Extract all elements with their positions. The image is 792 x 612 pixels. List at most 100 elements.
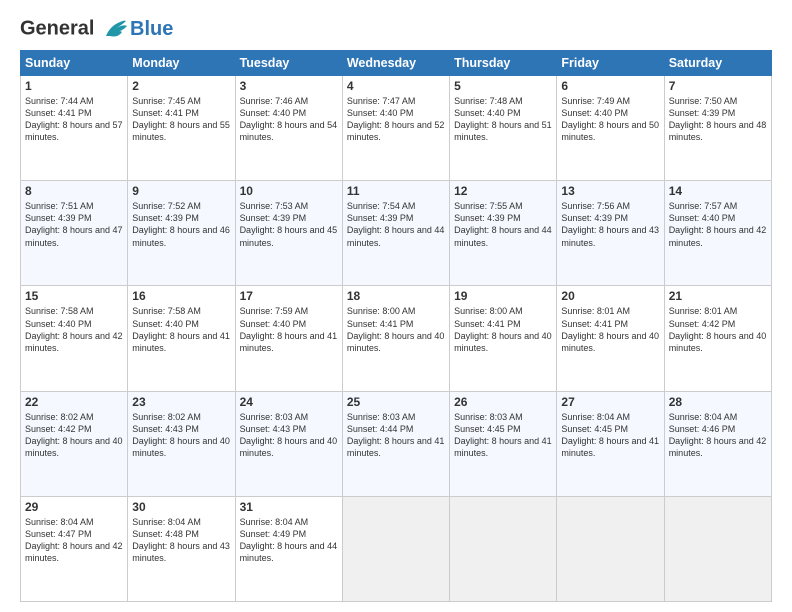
calendar-cell xyxy=(342,496,449,601)
calendar-cell: 3Sunrise: 7:46 AMSunset: 4:40 PMDaylight… xyxy=(235,76,342,181)
col-header-saturday: Saturday xyxy=(664,51,771,76)
col-header-wednesday: Wednesday xyxy=(342,51,449,76)
calendar-cell: 31 Sunrise: 8:04 AMSunset: 4:49 PMDayligh… xyxy=(235,496,342,601)
day-number: 14 xyxy=(669,184,767,198)
cell-details: Sunrise: 7:59 AMSunset: 4:40 PMDaylight:… xyxy=(240,305,338,354)
calendar-cell: 25Sunrise: 8:03 AMSunset: 4:44 PMDayligh… xyxy=(342,391,449,496)
calendar-cell: 27Sunrise: 8:04 AMSunset: 4:45 PMDayligh… xyxy=(557,391,664,496)
cell-details: Sunrise: 7:45 AMSunset: 4:41 PMDaylight:… xyxy=(132,95,230,144)
calendar-cell: 10 Sunrise: 7:53 AMSunset: 4:39 PMDayligh… xyxy=(235,181,342,286)
calendar-cell: 2 Sunrise: 7:45 AMSunset: 4:41 PMDaylight… xyxy=(128,76,235,181)
day-number: 17 xyxy=(240,289,338,303)
cell-details: Sunrise: 7:58 AMSunset: 4:40 PMDaylight:… xyxy=(25,305,123,354)
cell-details: Sunrise: 8:02 AMSunset: 4:42 PMDaylight:… xyxy=(25,411,123,460)
cell-details: Sunrise: 7:47 AMSunset: 4:40 PMDaylight:… xyxy=(347,95,445,144)
calendar-cell: 14 Sunrise: 7:57 AMSunset: 4:40 PMDayligh… xyxy=(664,181,771,286)
cell-details: Sunrise: 7:55 AMSunset: 4:39 PMDaylight:… xyxy=(454,200,552,249)
calendar-cell: 12Sunrise: 7:55 AMSunset: 4:39 PMDayligh… xyxy=(450,181,557,286)
cell-details: Sunrise: 7:57 AMSunset: 4:40 PMDaylight:… xyxy=(669,200,767,249)
calendar-cell: 8 Sunrise: 7:51 AMSunset: 4:39 PMDaylight… xyxy=(21,181,128,286)
cell-details: Sunrise: 8:00 AMSunset: 4:41 PMDaylight:… xyxy=(347,305,445,354)
cell-details: Sunrise: 7:53 AMSunset: 4:39 PMDaylight:… xyxy=(240,200,338,249)
calendar-cell: 17 Sunrise: 7:59 AMSunset: 4:40 PMDayligh… xyxy=(235,286,342,391)
cell-details: Sunrise: 8:04 AMSunset: 4:48 PMDaylight:… xyxy=(132,516,230,565)
calendar-cell: 15 Sunrise: 7:58 AMSunset: 4:40 PMDayligh… xyxy=(21,286,128,391)
day-number: 5 xyxy=(454,79,552,93)
calendar-cell: 18 Sunrise: 8:00 AMSunset: 4:41 PMDayligh… xyxy=(342,286,449,391)
calendar-cell: 29 Sunrise: 8:04 AMSunset: 4:47 PMDayligh… xyxy=(21,496,128,601)
day-number: 30 xyxy=(132,500,230,514)
cell-details: Sunrise: 7:48 AMSunset: 4:40 PMDaylight:… xyxy=(454,95,552,144)
day-number: 1 xyxy=(25,79,123,93)
calendar-cell xyxy=(664,496,771,601)
calendar-cell: 6Sunrise: 7:49 AMSunset: 4:40 PMDaylight… xyxy=(557,76,664,181)
calendar-cell: 30 Sunrise: 8:04 AMSunset: 4:48 PMDayligh… xyxy=(128,496,235,601)
day-number: 26 xyxy=(454,395,552,409)
calendar-cell xyxy=(557,496,664,601)
calendar-cell xyxy=(450,496,557,601)
day-number: 10 xyxy=(240,184,338,198)
calendar-table: SundayMondayTuesdayWednesdayThursdayFrid… xyxy=(20,50,772,602)
calendar-cell: 7 Sunrise: 7:50 AMSunset: 4:39 PMDaylight… xyxy=(664,76,771,181)
day-number: 18 xyxy=(347,289,445,303)
cell-details: Sunrise: 8:02 AMSunset: 4:43 PMDaylight:… xyxy=(132,411,230,460)
day-number: 9 xyxy=(132,184,230,198)
cell-details: Sunrise: 8:04 AMSunset: 4:45 PMDaylight:… xyxy=(561,411,659,460)
col-header-friday: Friday xyxy=(557,51,664,76)
calendar-cell: 16Sunrise: 7:58 AMSunset: 4:40 PMDayligh… xyxy=(128,286,235,391)
col-header-thursday: Thursday xyxy=(450,51,557,76)
day-number: 29 xyxy=(25,500,123,514)
day-number: 28 xyxy=(669,395,767,409)
calendar-week-3: 15 Sunrise: 7:58 AMSunset: 4:40 PMDayligh… xyxy=(21,286,772,391)
logo-blue: Blue xyxy=(130,19,173,40)
day-number: 21 xyxy=(669,289,767,303)
cell-details: Sunrise: 7:49 AMSunset: 4:40 PMDaylight:… xyxy=(561,95,659,144)
calendar-cell: 5 Sunrise: 7:48 AMSunset: 4:40 PMDaylight… xyxy=(450,76,557,181)
calendar-page: General Blue SundayMondayTuesdayWednesda… xyxy=(0,0,792,612)
day-number: 23 xyxy=(132,395,230,409)
calendar-cell: 20 Sunrise: 8:01 AMSunset: 4:41 PMDayligh… xyxy=(557,286,664,391)
col-header-monday: Monday xyxy=(128,51,235,76)
day-number: 11 xyxy=(347,184,445,198)
cell-details: Sunrise: 8:04 AMSunset: 4:47 PMDaylight:… xyxy=(25,516,123,565)
logo: General Blue xyxy=(20,18,173,40)
cell-details: Sunrise: 7:46 AMSunset: 4:40 PMDaylight:… xyxy=(240,95,338,144)
day-number: 7 xyxy=(669,79,767,93)
calendar-cell: 21 Sunrise: 8:01 AMSunset: 4:42 PMDayligh… xyxy=(664,286,771,391)
cell-details: Sunrise: 8:04 AMSunset: 4:46 PMDaylight:… xyxy=(669,411,767,460)
cell-details: Sunrise: 8:01 AMSunset: 4:41 PMDaylight:… xyxy=(561,305,659,354)
day-number: 20 xyxy=(561,289,659,303)
day-number: 22 xyxy=(25,395,123,409)
day-number: 2 xyxy=(132,79,230,93)
cell-details: Sunrise: 7:51 AMSunset: 4:39 PMDaylight:… xyxy=(25,200,123,249)
cell-details: Sunrise: 8:01 AMSunset: 4:42 PMDaylight:… xyxy=(669,305,767,354)
calendar-cell: 22 Sunrise: 8:02 AMSunset: 4:42 PMDayligh… xyxy=(21,391,128,496)
calendar-cell: 9 Sunrise: 7:52 AMSunset: 4:39 PMDaylight… xyxy=(128,181,235,286)
cell-details: Sunrise: 8:03 AMSunset: 4:44 PMDaylight:… xyxy=(347,411,445,460)
calendar-week-5: 29 Sunrise: 8:04 AMSunset: 4:47 PMDayligh… xyxy=(21,496,772,601)
col-header-tuesday: Tuesday xyxy=(235,51,342,76)
day-number: 19 xyxy=(454,289,552,303)
cell-details: Sunrise: 7:52 AMSunset: 4:39 PMDaylight:… xyxy=(132,200,230,249)
cell-details: Sunrise: 8:03 AMSunset: 4:45 PMDaylight:… xyxy=(454,411,552,460)
day-number: 13 xyxy=(561,184,659,198)
day-number: 8 xyxy=(25,184,123,198)
cell-details: Sunrise: 7:50 AMSunset: 4:39 PMDaylight:… xyxy=(669,95,767,144)
day-number: 4 xyxy=(347,79,445,93)
calendar-cell: 13Sunrise: 7:56 AMSunset: 4:39 PMDayligh… xyxy=(557,181,664,286)
day-number: 15 xyxy=(25,289,123,303)
calendar-cell: 23 Sunrise: 8:02 AMSunset: 4:43 PMDayligh… xyxy=(128,391,235,496)
calendar-cell: 19 Sunrise: 8:00 AMSunset: 4:41 PMDayligh… xyxy=(450,286,557,391)
calendar-week-1: 1 Sunrise: 7:44 AMSunset: 4:41 PMDaylight… xyxy=(21,76,772,181)
calendar-cell: 28 Sunrise: 8:04 AMSunset: 4:46 PMDayligh… xyxy=(664,391,771,496)
day-number: 16 xyxy=(132,289,230,303)
header: General Blue xyxy=(20,18,772,40)
cell-details: Sunrise: 7:44 AMSunset: 4:41 PMDaylight:… xyxy=(25,95,123,144)
cell-details: Sunrise: 8:00 AMSunset: 4:41 PMDaylight:… xyxy=(454,305,552,354)
calendar-week-4: 22 Sunrise: 8:02 AMSunset: 4:42 PMDayligh… xyxy=(21,391,772,496)
day-number: 31 xyxy=(240,500,338,514)
calendar-cell: 1 Sunrise: 7:44 AMSunset: 4:41 PMDaylight… xyxy=(21,76,128,181)
cell-details: Sunrise: 8:04 AMSunset: 4:49 PMDaylight:… xyxy=(240,516,338,565)
calendar-header-row: SundayMondayTuesdayWednesdayThursdayFrid… xyxy=(21,51,772,76)
col-header-sunday: Sunday xyxy=(21,51,128,76)
